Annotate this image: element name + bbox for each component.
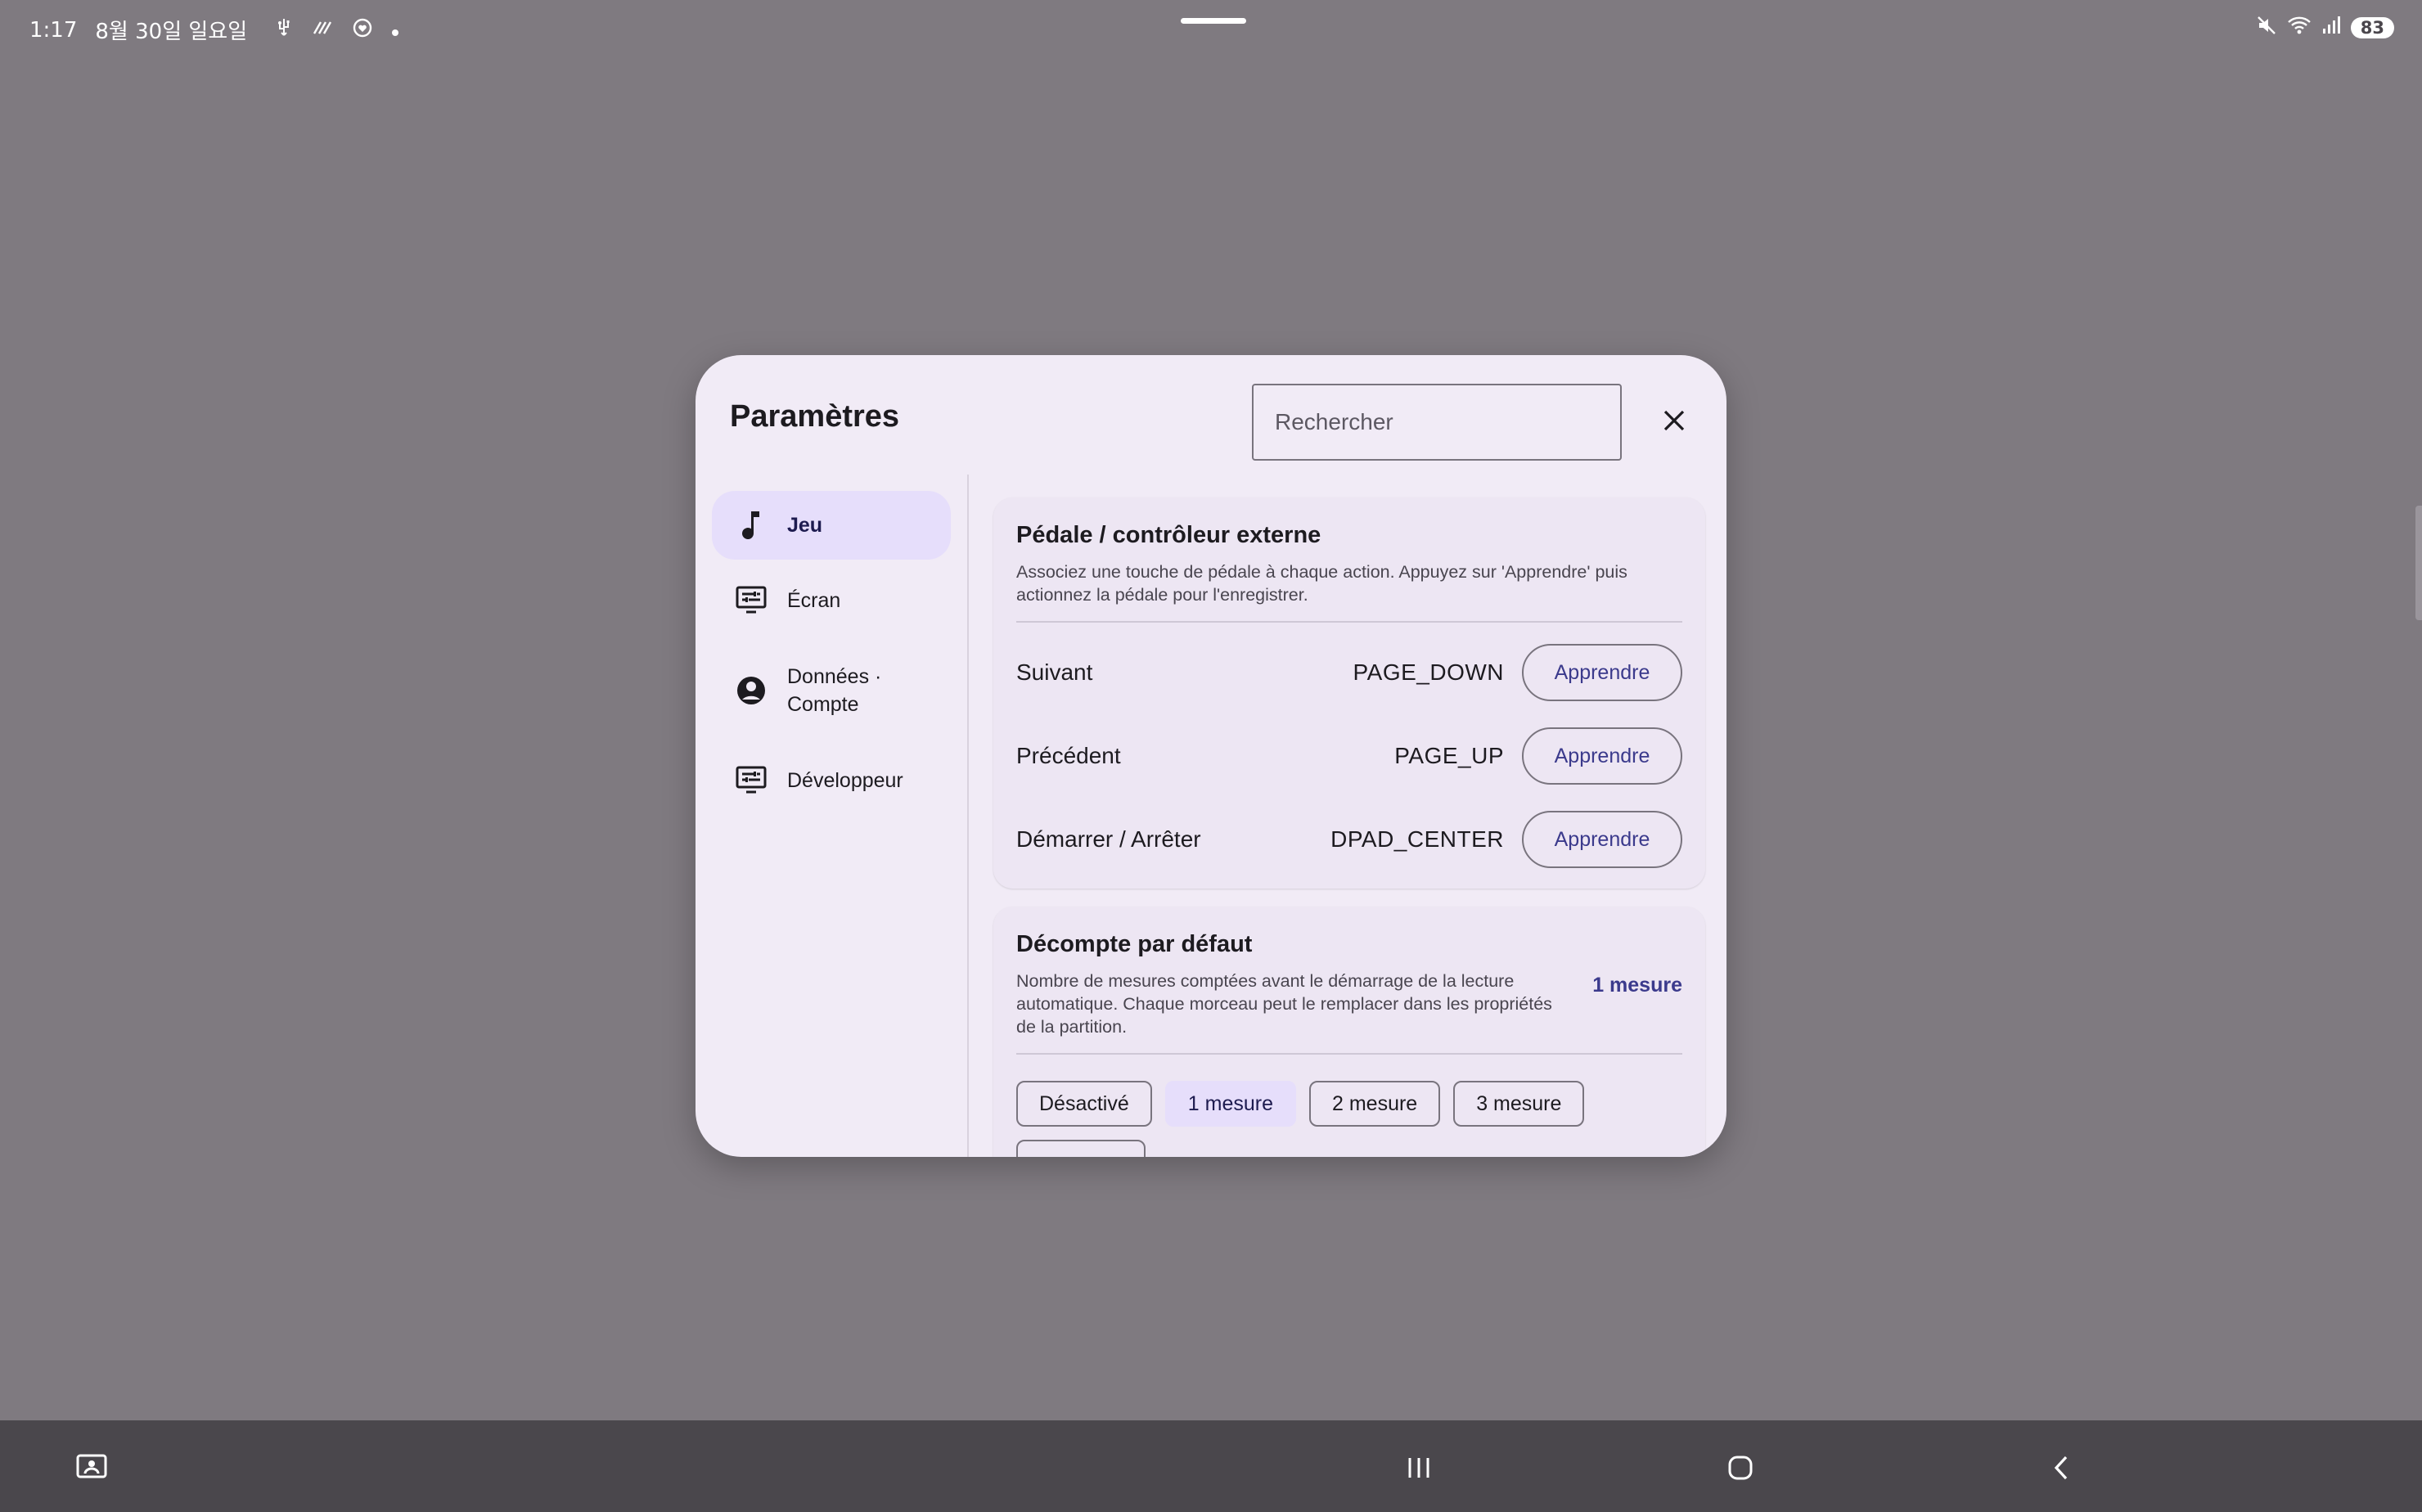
signal-icon (2321, 16, 2341, 40)
pedal-card: Pédale / contrôleur externe Associez une… (993, 497, 1705, 889)
back-button[interactable] (2037, 1443, 2087, 1492)
settings-dialog: Paramètres Jeu Écran Données · Compte (696, 355, 1726, 1157)
sidebar-item-developpeur[interactable]: Développeur (712, 746, 951, 815)
chip-3-mesure[interactable]: 3 mesure (1453, 1081, 1585, 1127)
back-icon (2054, 1456, 2068, 1480)
sidebar-divider (967, 475, 969, 1157)
recents-button[interactable] (1394, 1443, 1443, 1492)
pedal-row-suivant: Suivant PAGE_DOWN Apprendre (1016, 631, 1682, 714)
countdown-current-value: 1 mesure (1592, 974, 1682, 997)
countdown-card-title: Décompte par défaut (1016, 931, 1253, 957)
learn-button[interactable]: Apprendre (1522, 644, 1682, 701)
pedal-action-label: Précédent (1016, 743, 1121, 768)
top-handle[interactable] (1181, 18, 1246, 24)
battery-icon: 83 (2350, 17, 2394, 38)
settings-content: Pédale / contrôleur externe Associez une… (993, 497, 1705, 1157)
mute-icon (2256, 15, 2277, 41)
music-note-icon (733, 507, 769, 543)
chip-more[interactable] (1016, 1140, 1146, 1157)
display-settings-icon (733, 763, 769, 799)
sidebar-item-ecran[interactable]: Écran (712, 566, 951, 635)
close-icon (1663, 410, 1685, 431)
pedal-key-value: PAGE_DOWN (1353, 659, 1504, 685)
recents-icon (1408, 1458, 1429, 1478)
status-time: 1:17 (29, 17, 78, 43)
divider (1016, 1053, 1682, 1055)
sidebar-item-jeu[interactable]: Jeu (712, 491, 951, 560)
sidebar-item-label: Données · Compte (787, 665, 882, 716)
countdown-text: Décompte par défaut Nombre de mesures co… (1016, 931, 1560, 1038)
status-date: 8월 30일 일요일 (95, 20, 248, 44)
sidebar-item-label: Jeu (787, 514, 823, 537)
countdown-chip-group: Désactivé 1 mesure 2 mesure 3 mesure (1016, 1081, 1682, 1157)
pedal-action-label: Suivant (1016, 659, 1093, 685)
pedal-row-precedent: Précédent PAGE_UP Apprendre (1016, 714, 1682, 798)
home-button[interactable] (1716, 1443, 1765, 1492)
close-button[interactable] (1651, 398, 1697, 443)
status-right: 83 (2256, 15, 2394, 41)
heart-shield-icon (352, 17, 373, 43)
dot-icon (391, 19, 399, 42)
search-input[interactable] (1252, 384, 1622, 461)
learn-button[interactable]: Apprendre (1522, 811, 1682, 868)
divider (1016, 621, 1682, 623)
chip-desactive[interactable]: Désactivé (1016, 1081, 1152, 1127)
screen-recorder-icon (76, 1454, 107, 1478)
pedal-card-description: Associez une touche de pédale à chaque a… (1016, 562, 1627, 605)
screen-recorder-button[interactable] (67, 1443, 116, 1492)
status-left: 1:17 8월 30일 일요일 (29, 15, 399, 45)
chip-1-mesure[interactable]: 1 mesure (1164, 1081, 1296, 1127)
countdown-card: Décompte par défaut Nombre de mesures co… (993, 907, 1705, 1157)
wifi-icon (2287, 16, 2312, 40)
pedal-key-value: DPAD_CENTER (1330, 826, 1504, 852)
settings-sidebar: Jeu Écran Données · Compte Développeur (712, 491, 957, 821)
home-icon (1728, 1456, 1753, 1480)
navigation-bar (0, 1420, 2422, 1512)
dialog-title: Paramètres (730, 399, 900, 434)
status-bar: 1:17 8월 30일 일요일 83 (0, 0, 2422, 57)
sidebar-item-label: Écran (787, 589, 841, 612)
nfc-icon (311, 19, 334, 42)
countdown-header: Décompte par défaut Nombre de mesures co… (1016, 931, 1682, 1038)
learn-button[interactable]: Apprendre (1522, 727, 1682, 785)
pedal-key-value: PAGE_UP (1394, 743, 1504, 768)
countdown-card-description: Nombre de mesures comptées avant le déma… (1016, 971, 1552, 1037)
pedal-card-title: Pédale / contrôleur externe (1016, 522, 1321, 548)
usb-icon (275, 17, 293, 43)
sidebar-item-donnees-compte[interactable]: Données · Compte (712, 641, 951, 740)
pedal-action-label: Démarrer / Arrêter (1016, 826, 1201, 852)
chip-2-mesure[interactable]: 2 mesure (1308, 1081, 1441, 1127)
sidebar-item-label: Développeur (787, 769, 903, 792)
battery-level: 83 (2360, 18, 2384, 38)
pedal-row-demarrer-arreter: Démarrer / Arrêter DPAD_CENTER Apprendre (1016, 798, 1682, 881)
account-circle-icon (733, 673, 769, 709)
edge-panel-handle[interactable] (2415, 506, 2422, 620)
display-settings-icon (733, 583, 769, 619)
